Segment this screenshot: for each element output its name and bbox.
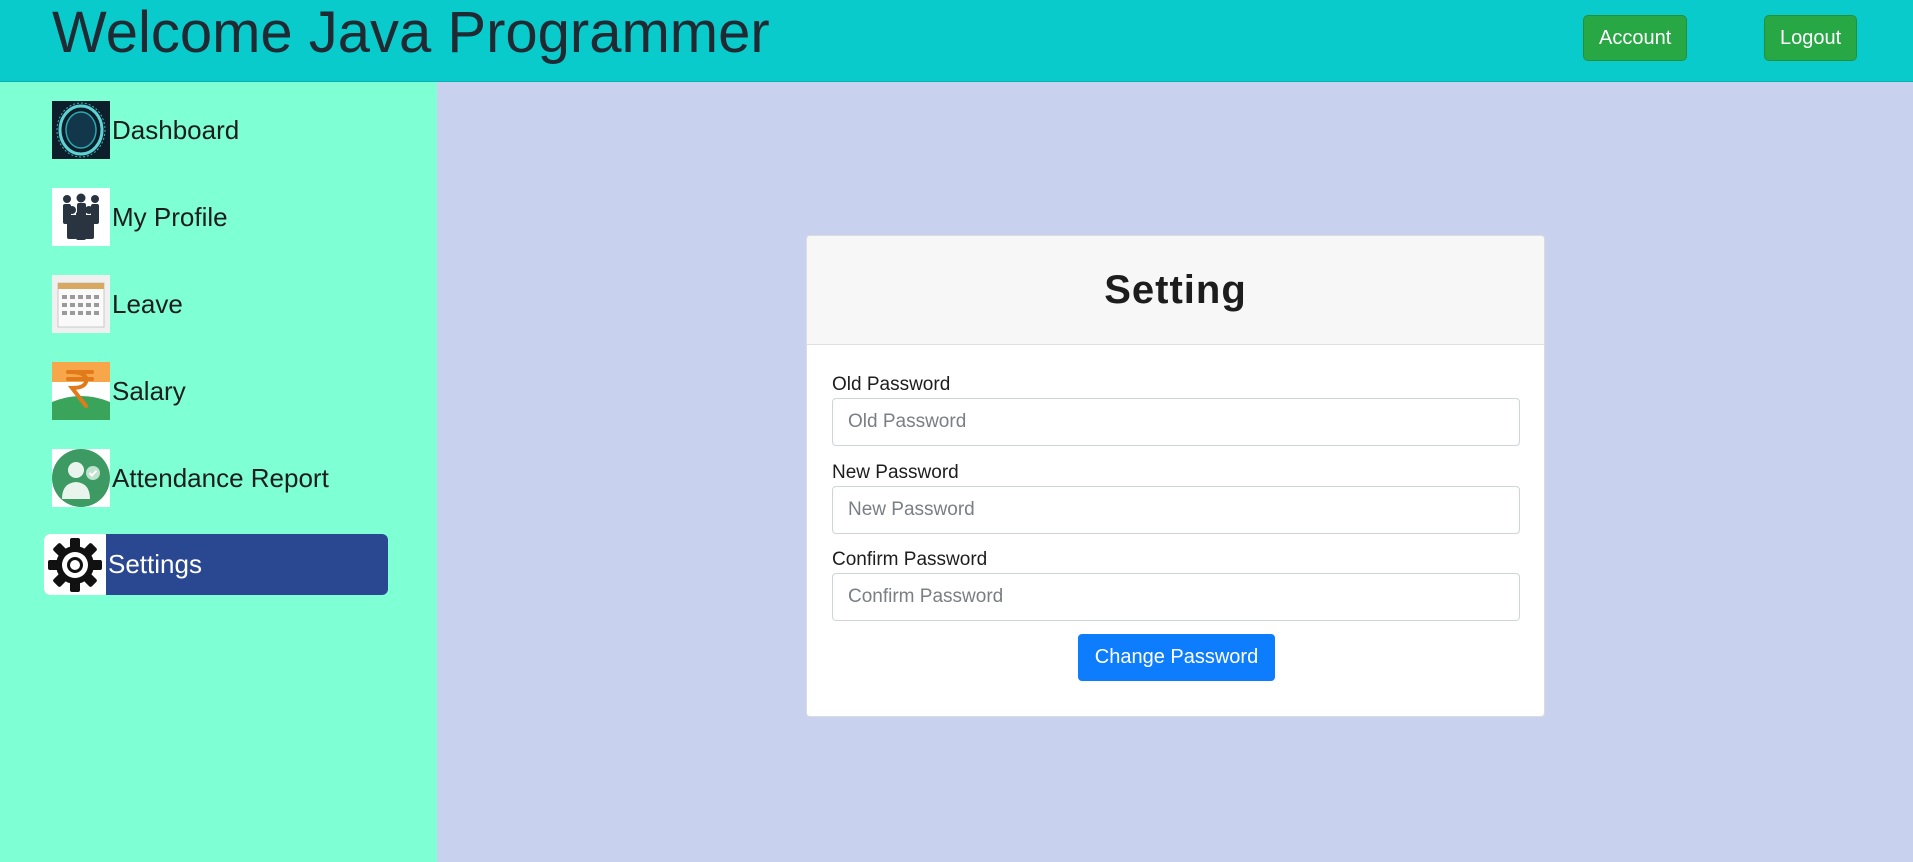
sidebar-item-label: Salary: [112, 375, 186, 406]
old-password-input[interactable]: [832, 398, 1520, 446]
calendar-icon: [52, 275, 110, 333]
sidebar-item-label: Settings: [108, 549, 202, 579]
gear-icon: [44, 534, 106, 595]
dashboard-icon: [52, 101, 110, 159]
logout-button[interactable]: Logout: [1764, 15, 1857, 61]
sidebar-item-salary[interactable]: Salary: [52, 362, 186, 420]
sidebar-item-label: Dashboard: [112, 114, 240, 145]
confirm-password-input[interactable]: [832, 573, 1520, 621]
sidebar-item-settings[interactable]: Settings: [44, 534, 388, 595]
old-password-label: Old Password: [832, 374, 951, 395]
confirm-password-label: Confirm Password: [832, 549, 988, 570]
card-header: Setting: [807, 236, 1544, 345]
attendance-icon: [52, 449, 110, 507]
account-button[interactable]: Account: [1583, 15, 1687, 61]
new-password-label: New Password: [832, 462, 959, 483]
card-title: Setting: [1104, 267, 1247, 312]
sidebar-item-label: Attendance Report: [112, 462, 329, 493]
sidebar: Dashboard My Profile Leave Salary Attend…: [0, 82, 437, 862]
new-password-input[interactable]: [832, 486, 1520, 534]
people-icon: [52, 188, 110, 246]
sidebar-item-attendance-report[interactable]: Attendance Report: [52, 449, 329, 507]
page-title: Welcome Java Programmer: [52, 0, 770, 65]
rupee-icon: [52, 362, 110, 420]
sidebar-item-leave[interactable]: Leave: [52, 275, 183, 333]
sidebar-item-label: My Profile: [112, 201, 228, 232]
change-password-button[interactable]: Change Password: [1078, 634, 1275, 681]
sidebar-item-dashboard[interactable]: Dashboard: [52, 101, 239, 159]
top-bar: Welcome Java Programmer Account Logout: [0, 0, 1913, 82]
settings-card: Setting Old Password New Password Confir…: [806, 235, 1545, 717]
sidebar-item-label: Leave: [112, 288, 183, 319]
sidebar-item-my-profile[interactable]: My Profile: [52, 188, 228, 246]
